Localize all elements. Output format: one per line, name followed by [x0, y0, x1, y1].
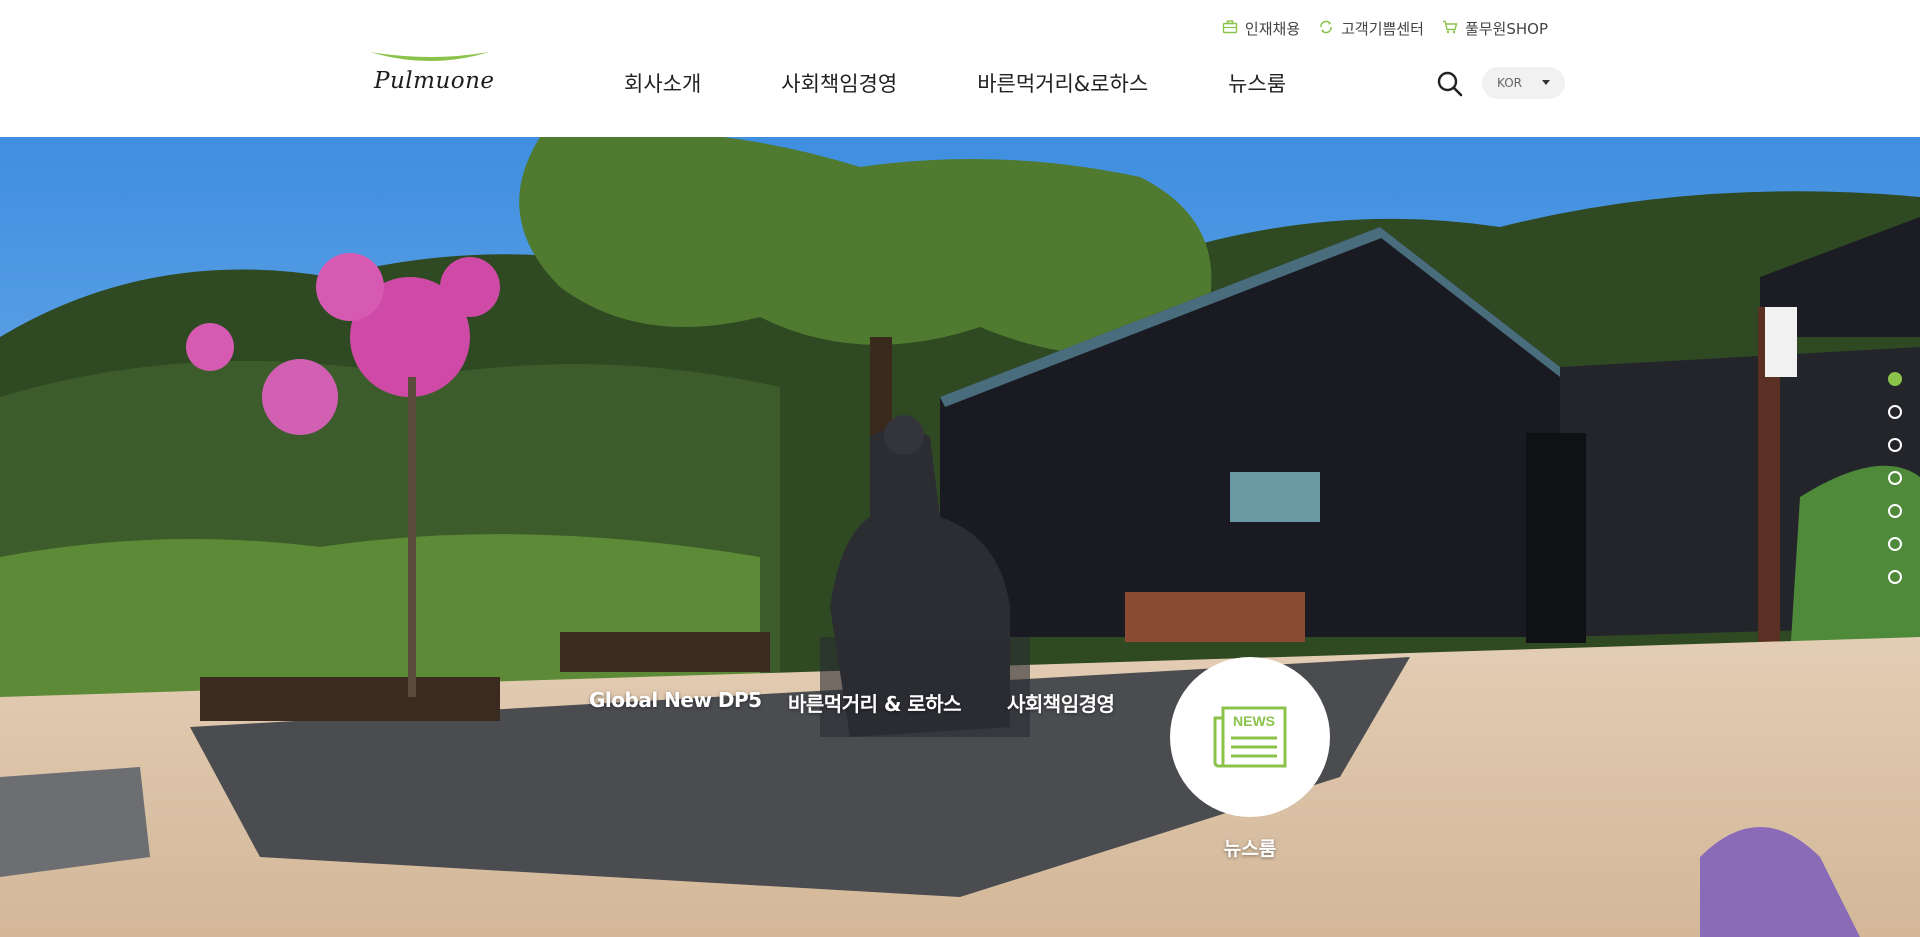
pulmuone-logo[interactable]: Pulmuone: [368, 48, 495, 100]
utility-label-customer-center: 고객기쁨센터: [1341, 20, 1424, 38]
quick-link-lohas[interactable]: 바른먹거리 & 로하스: [788, 688, 962, 717]
caret-down-icon: [1542, 80, 1550, 85]
hero-quick-links: Global New DP5 바른먹거리 & 로하스 사회책임경영 NEWS 뉴…: [0, 137, 1920, 937]
quick-link-global-dp5[interactable]: Global New DP5: [589, 688, 762, 712]
nav-item-newsroom[interactable]: 뉴스룸: [1228, 68, 1286, 98]
utility-item-careers[interactable]: 인재채용: [1222, 18, 1300, 39]
utility-menu: 인재채용 고객기쁨센터 풀무원SHOP: [1222, 18, 1548, 39]
recycle-icon: [1318, 19, 1334, 39]
quick-link-csr[interactable]: 사회책임경영: [1007, 688, 1115, 717]
language-selected: KOR: [1497, 76, 1522, 90]
newsroom-button[interactable]: NEWS: [1170, 657, 1330, 817]
nav-item-csr[interactable]: 사회책임경영: [781, 68, 897, 98]
logo-text: Pulmuone: [374, 68, 495, 94]
news-badge-text: NEWS: [1233, 713, 1275, 729]
search-button[interactable]: [1436, 70, 1464, 98]
main-nav: 회사소개 사회책임경영 바른먹거리&로하스 뉴스룸: [624, 68, 1286, 98]
newsroom-label[interactable]: 뉴스룸: [1170, 834, 1330, 861]
hero-visual: Global New DP5 바른먹거리 & 로하스 사회책임경영 NEWS 뉴…: [0, 137, 1920, 937]
nav-item-lohas[interactable]: 바른먹거리&로하스: [977, 68, 1148, 98]
utility-label-shop: 풀무원SHOP: [1464, 20, 1548, 38]
language-select[interactable]: KOR: [1482, 67, 1565, 99]
nav-item-company[interactable]: 회사소개: [624, 68, 701, 98]
newspaper-icon: NEWS: [1213, 706, 1287, 768]
utility-item-customer-center[interactable]: 고객기쁨센터: [1318, 18, 1424, 39]
utility-item-shop[interactable]: 풀무원SHOP: [1442, 18, 1548, 39]
utility-label-careers: 인재채용: [1244, 20, 1301, 38]
logo-arc-icon: [370, 52, 489, 61]
site-header: 인재채용 고객기쁨센터 풀무원SHOP Pulmuone 회사소개 사회책임경영…: [0, 0, 1920, 137]
cart-icon: [1442, 19, 1458, 39]
search-icon: [1437, 71, 1463, 97]
briefcase-icon: [1222, 19, 1238, 39]
